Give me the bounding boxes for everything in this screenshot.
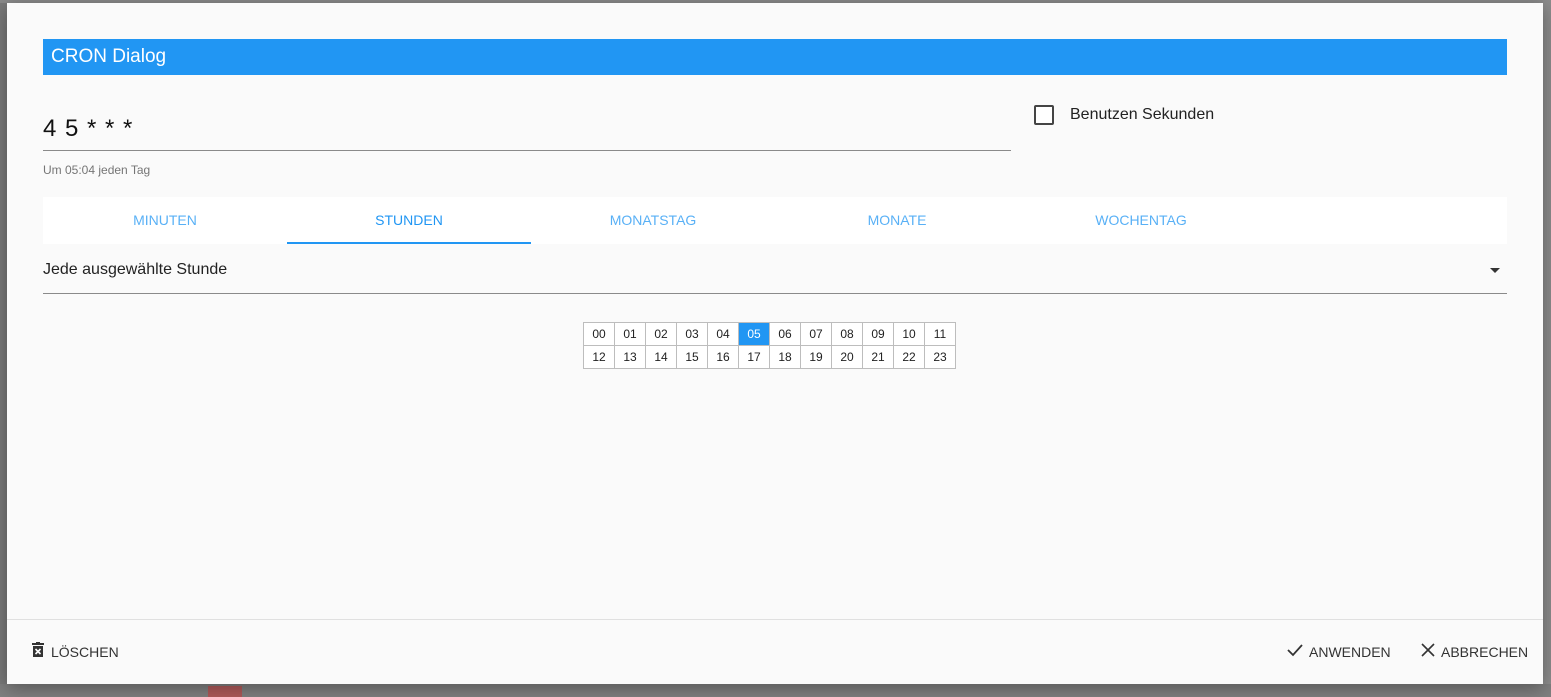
tab-hours[interactable]: STUNDEN xyxy=(287,197,531,244)
hour-cell[interactable]: 03 xyxy=(676,322,708,346)
hour-cell[interactable]: 12 xyxy=(583,345,615,369)
check-icon xyxy=(1287,643,1303,661)
hour-cell[interactable]: 09 xyxy=(862,322,894,346)
use-seconds-label: Benutzen Sekunden xyxy=(1070,106,1215,123)
cron-dialog: CRON Dialog 4 5 * * * Um 05:04 jeden Tag… xyxy=(7,3,1543,684)
hour-cell[interactable]: 20 xyxy=(831,345,863,369)
hour-mode-select[interactable]: Jede ausgewählte Stunde xyxy=(43,251,1507,294)
clear-button[interactable]: LÖSCHEN xyxy=(31,639,119,665)
hour-cell[interactable]: 14 xyxy=(645,345,677,369)
tab-weekday[interactable]: WOCHENTAG xyxy=(1019,197,1263,244)
cron-description: Um 05:04 jeden Tag xyxy=(43,163,151,177)
clear-button-label: LÖSCHEN xyxy=(51,644,119,660)
hour-cell[interactable]: 02 xyxy=(645,322,677,346)
footer-divider xyxy=(7,619,1543,620)
hour-cell[interactable]: 22 xyxy=(893,345,925,369)
caret-down-icon[interactable] xyxy=(1490,268,1500,273)
tab-minutes[interactable]: MINUTEN xyxy=(43,197,287,244)
hour-cell[interactable]: 23 xyxy=(924,345,956,369)
hour-cell[interactable]: 11 xyxy=(924,322,956,346)
hour-cell[interactable]: 19 xyxy=(800,345,832,369)
hour-cell[interactable]: 21 xyxy=(862,345,894,369)
hour-cell[interactable]: 18 xyxy=(769,345,801,369)
cron-expression-value: 4 5 * * * xyxy=(43,115,134,142)
apply-button-label: ANWENDEN xyxy=(1309,644,1391,660)
cancel-button-label: ABBRECHEN xyxy=(1441,644,1529,660)
delete-forever-icon xyxy=(31,642,45,662)
apply-button[interactable]: ANWENDEN xyxy=(1287,639,1391,665)
cron-expression-input[interactable]: 4 5 * * * xyxy=(43,109,1011,151)
hour-cell[interactable]: 15 xyxy=(676,345,708,369)
dialog-title: CRON Dialog xyxy=(43,39,1507,75)
hour-cell[interactable]: 08 xyxy=(831,322,863,346)
background-app-right xyxy=(1543,0,1551,697)
background-app-red-block xyxy=(208,686,242,697)
hour-cell[interactable]: 04 xyxy=(707,322,739,346)
hours-row: 00 01 02 03 04 05 06 07 08 09 10 11 xyxy=(583,322,956,346)
close-icon xyxy=(1421,643,1435,661)
use-seconds-checkbox[interactable]: Benutzen Sekunden xyxy=(1034,104,1214,126)
hour-cell[interactable]: 06 xyxy=(769,322,801,346)
hour-cell[interactable]: 13 xyxy=(614,345,646,369)
tab-bar: MINUTEN STUNDEN MONATSTAG MONATE WOCHENT… xyxy=(43,197,1507,244)
hour-cell[interactable]: 00 xyxy=(583,322,615,346)
hour-mode-value: Jede ausgewählte Stunde xyxy=(43,261,228,278)
hours-grid: 00 01 02 03 04 05 06 07 08 09 10 11 12 1… xyxy=(583,322,956,369)
checkbox-unchecked-icon[interactable] xyxy=(1034,105,1054,125)
hours-row: 12 13 14 15 16 17 18 19 20 21 22 23 xyxy=(583,345,956,369)
tab-months[interactable]: MONATE xyxy=(775,197,1019,244)
tab-day-of-month[interactable]: MONATSTAG xyxy=(531,197,775,244)
hour-cell[interactable]: 01 xyxy=(614,322,646,346)
hour-cell[interactable]: 07 xyxy=(800,322,832,346)
hour-cell[interactable]: 10 xyxy=(893,322,925,346)
hour-cell[interactable]: 16 xyxy=(707,345,739,369)
cancel-button[interactable]: ABBRECHEN xyxy=(1421,639,1528,665)
hour-cell-selected[interactable]: 05 xyxy=(738,322,770,346)
hour-cell[interactable]: 17 xyxy=(738,345,770,369)
